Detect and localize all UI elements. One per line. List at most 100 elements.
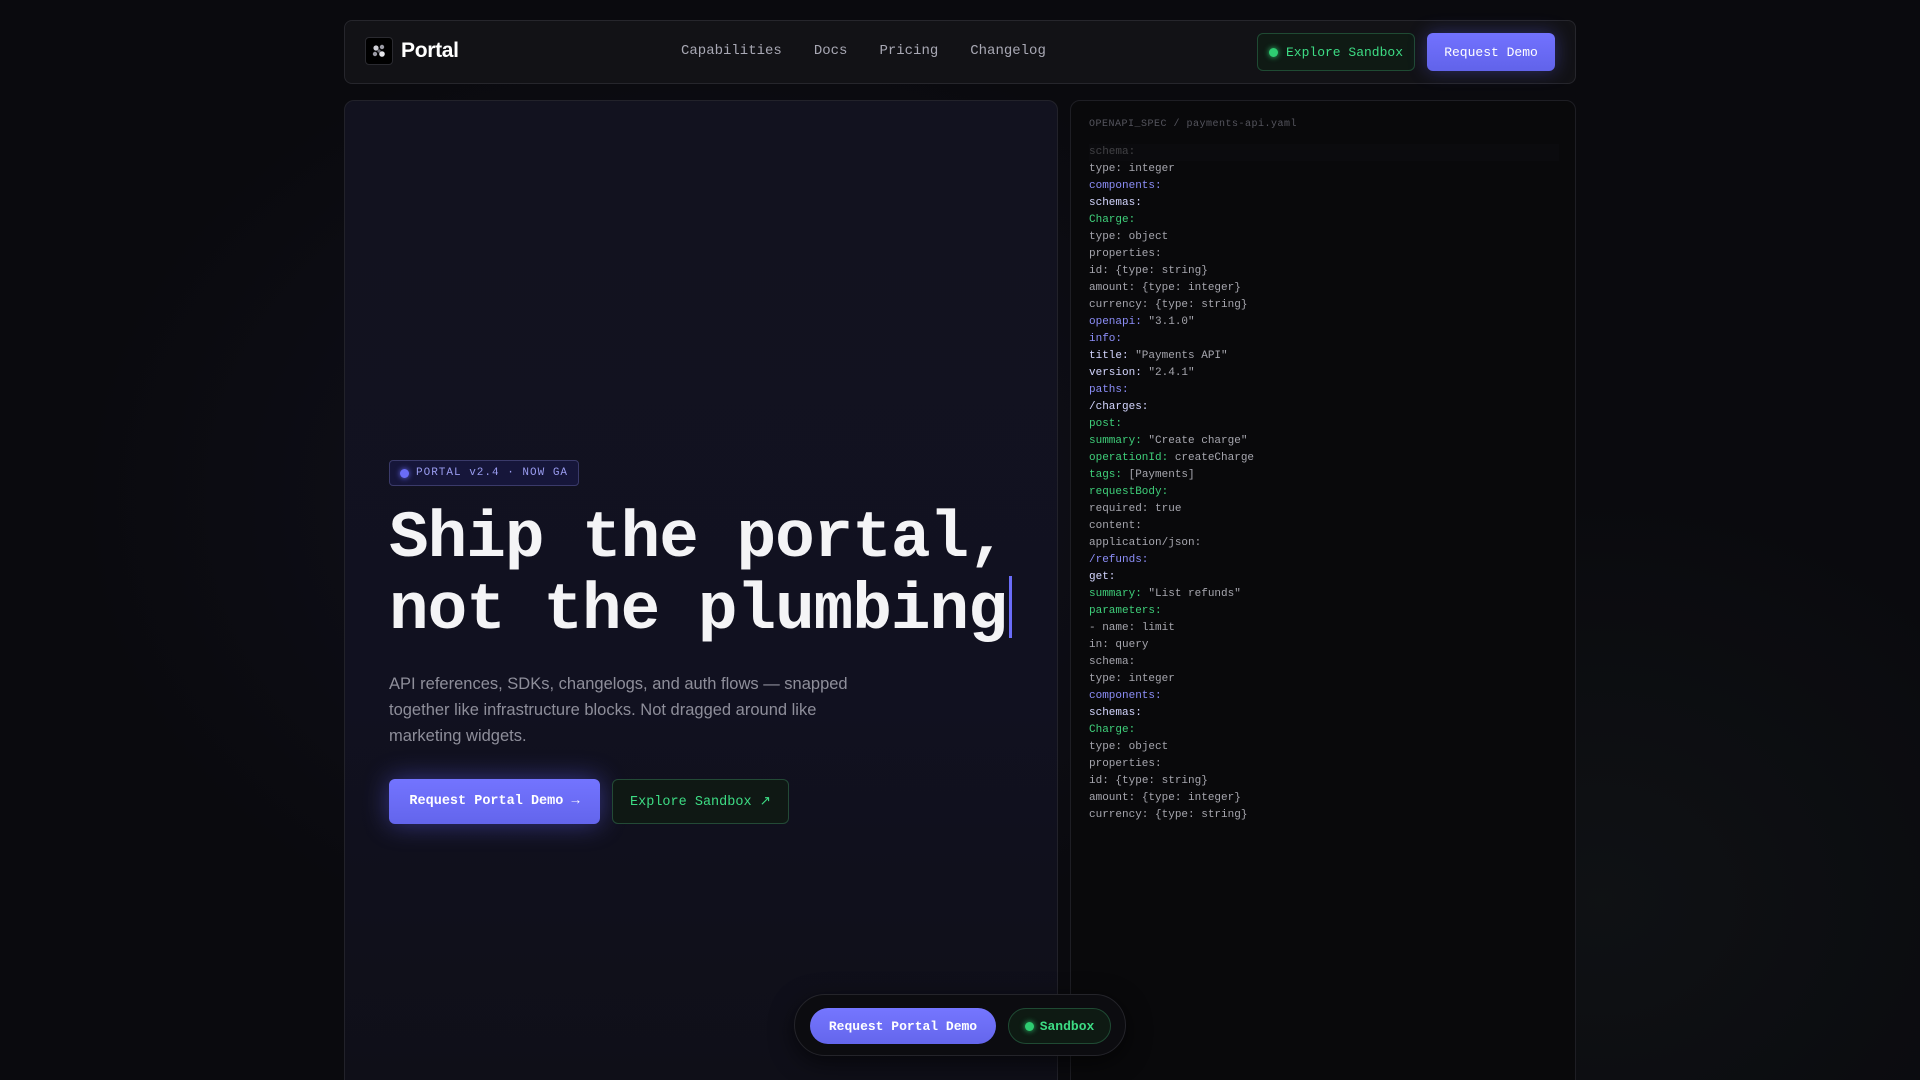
code-line: tags: [Payments] (1089, 467, 1559, 484)
hero-headline: Ship the portal, not the plumbing (389, 503, 1049, 647)
code-key: content: (1089, 520, 1142, 532)
code-value: {type: string} (1148, 809, 1248, 821)
code-line: post: (1089, 416, 1559, 433)
code-line: content: (1089, 518, 1559, 535)
code-line: Charge: (1089, 212, 1559, 229)
code-line: get: (1089, 569, 1559, 586)
code-line: components: (1089, 688, 1559, 705)
code-key: required: (1089, 503, 1149, 515)
code-key: schema: (1089, 146, 1136, 158)
code-key: properties: (1089, 758, 1162, 770)
version-badge-label: PORTAL v2.4 · NOW GA (416, 467, 569, 479)
code-line: application/json: (1089, 535, 1559, 552)
explore-sandbox-label: Explore Sandbox (1285, 44, 1404, 60)
code-line: properties: (1089, 756, 1559, 773)
code-value: {type: integer} (1135, 792, 1241, 804)
code-value: {type: string} (1108, 775, 1208, 787)
code-line: properties: (1089, 246, 1559, 263)
code-value: "List refunds" (1141, 588, 1241, 600)
headline-line-2: not the plumbing (389, 573, 1008, 648)
code-key: id: (1089, 775, 1109, 787)
code-key: summary: (1089, 435, 1142, 447)
code-key: properties: (1089, 248, 1162, 260)
code-key: amount: (1089, 792, 1136, 804)
code-key: Charge: (1089, 214, 1136, 226)
code-line: schema: (1089, 654, 1559, 671)
floating-cta-bar: Request Portal Demo Sandbox (794, 994, 1126, 1056)
code-line: summary: "Create charge" (1089, 433, 1559, 450)
code-value: query (1108, 639, 1149, 651)
openapi-spec-panel[interactable]: OPENAPI_SPEC / payments-api.yaml schema:… (1070, 100, 1576, 1080)
code-panel-title: OPENAPI_SPEC / payments-api.yaml (1089, 119, 1298, 130)
code-line: openapi: "3.1.0" (1089, 314, 1559, 331)
code-value: integer (1122, 673, 1175, 685)
code-key: type: (1089, 163, 1123, 175)
code-line: title: "Payments API" (1089, 348, 1559, 365)
explore-sandbox-hero-button[interactable]: Explore Sandbox ↗ (612, 779, 789, 824)
code-value: object (1122, 231, 1169, 243)
brand[interactable]: Portal (365, 37, 459, 65)
code-line: required: true (1089, 501, 1559, 518)
code-value: integer (1122, 163, 1175, 175)
code-line: - name: limit (1089, 620, 1559, 637)
nav-link-changelog[interactable]: Changelog (970, 43, 1046, 59)
code-key: Charge: (1089, 724, 1136, 736)
status-dot-icon (1024, 1021, 1034, 1031)
text-caret-icon (1008, 576, 1012, 638)
code-line: requestBody: (1089, 484, 1559, 501)
code-line: info: (1089, 331, 1559, 348)
code-key: in: (1089, 639, 1109, 651)
code-key: - name: (1089, 622, 1136, 634)
headline-line-1: Ship the portal, (389, 501, 1008, 576)
code-line: id: {type: string} (1089, 263, 1559, 280)
code-line: /refunds: (1089, 552, 1559, 569)
code-line: type: object (1089, 229, 1559, 246)
code-key: currency: (1089, 809, 1149, 821)
code-line: schemas: (1089, 195, 1559, 212)
code-key: type: (1089, 673, 1123, 685)
nav-link-capabilities[interactable]: Capabilities (681, 43, 782, 59)
code-key: application/json: (1089, 537, 1202, 549)
code-line: /charges: (1089, 399, 1559, 416)
code-key: schema: (1089, 656, 1136, 668)
hero-panel: PORTAL v2.4 · NOW GA Ship the portal, no… (344, 100, 1058, 1080)
code-value: limit (1135, 622, 1175, 634)
code-key: parameters: (1089, 605, 1162, 617)
code-line: amount: {type: integer} (1089, 280, 1559, 297)
code-key: /charges: (1089, 401, 1149, 413)
code-key: summary: (1089, 588, 1142, 600)
brand-name: Portal (401, 39, 459, 62)
code-key: tags: (1089, 469, 1123, 481)
code-line: amount: {type: integer} (1089, 790, 1559, 807)
status-dot-icon (400, 468, 409, 478)
code-key: id: (1089, 265, 1109, 277)
nav-link-pricing[interactable]: Pricing (879, 43, 938, 59)
request-demo-button[interactable]: Request Demo (1427, 33, 1555, 71)
code-value: {type: integer} (1135, 282, 1241, 294)
code-line: type: object (1089, 739, 1559, 756)
explore-sandbox-button[interactable]: Explore Sandbox (1257, 33, 1415, 71)
request-portal-demo-button[interactable]: Request Portal Demo → (389, 779, 600, 824)
code-line: components: (1089, 178, 1559, 195)
code-line: parameters: (1089, 603, 1559, 620)
code-line: Charge: (1089, 722, 1559, 739)
code-value: {type: string} (1108, 265, 1208, 277)
code-value: createCharge (1168, 452, 1255, 464)
code-key: schemas: (1089, 197, 1142, 209)
code-lines: schema: type: integer components: schemas: C… (1089, 144, 1559, 824)
code-key: version: (1089, 367, 1142, 379)
code-value: object (1122, 741, 1169, 753)
code-key: amount: (1089, 282, 1136, 294)
nav-links: Capabilities Docs Pricing Changelog (681, 43, 1046, 59)
code-line: schema: (1089, 144, 1559, 161)
cluster-logo-icon (365, 37, 393, 65)
code-key: operationId: (1089, 452, 1169, 464)
code-key: components: (1089, 690, 1162, 702)
code-value: "2.4.1" (1141, 367, 1195, 379)
floating-request-demo-button[interactable]: Request Portal Demo (810, 1008, 996, 1044)
code-value: "Payments API" (1128, 350, 1228, 362)
code-key: get: (1089, 571, 1116, 583)
status-dot-icon (1268, 47, 1278, 57)
nav-link-docs[interactable]: Docs (814, 43, 848, 59)
floating-sandbox-button[interactable]: Sandbox (1008, 1008, 1111, 1044)
